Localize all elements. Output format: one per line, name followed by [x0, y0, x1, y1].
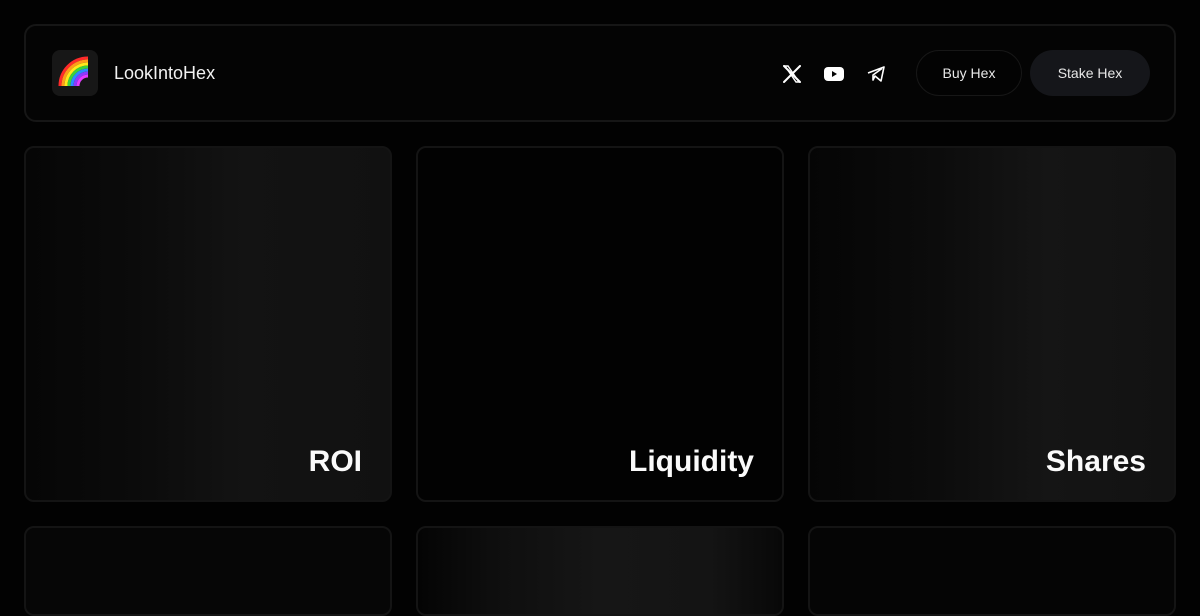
rainbow-logo-icon[interactable] [52, 50, 98, 96]
card-title: Shares [1045, 445, 1146, 478]
card-title: Liquidity [629, 445, 754, 478]
stake-hex-button[interactable]: Stake Hex [1030, 50, 1150, 96]
site-header: LookIntoHex Buy Hex Stake Hex [24, 24, 1176, 122]
dashboard-card[interactable] [416, 526, 784, 616]
x-twitter-icon[interactable] [780, 62, 804, 86]
telegram-icon[interactable] [864, 62, 888, 86]
youtube-icon[interactable] [822, 62, 846, 86]
brand-name[interactable]: LookIntoHex [114, 62, 215, 84]
shares-card[interactable]: Shares [808, 146, 1176, 502]
dashboard-card[interactable] [808, 526, 1176, 616]
liquidity-card[interactable]: Liquidity [416, 146, 784, 502]
roi-card[interactable]: ROI [24, 146, 392, 502]
dashboard-card[interactable] [24, 526, 392, 616]
buy-hex-button[interactable]: Buy Hex [916, 50, 1022, 96]
card-title: ROI [308, 445, 362, 478]
